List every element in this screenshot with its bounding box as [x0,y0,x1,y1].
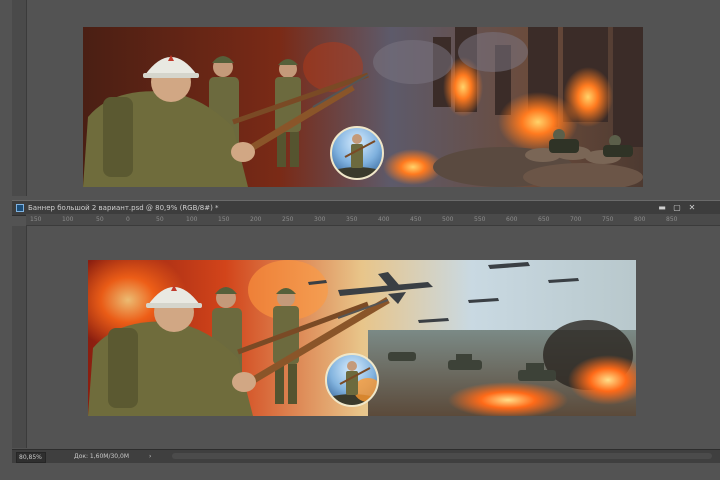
ruler-tick: 700 [570,216,582,223]
ruler-tick: 850 [666,216,678,223]
ruler-tick: 400 [378,216,390,223]
minimize-button[interactable]: ▬ [655,202,669,213]
close-button[interactable]: ✕ [685,202,699,213]
maximize-button[interactable]: ▢ [670,202,684,213]
ruler-tick: 150 [218,216,230,223]
photoshop-doc-icon [16,204,24,212]
status-menu-arrow-icon[interactable]: › [149,450,151,463]
status-bar: 80,85% Док: 1,60M/30,0M › [12,449,720,463]
ruler-tick: 50 [96,216,104,223]
ruler-tick: 300 [314,216,326,223]
horizontal-ruler: 150 100 50 0 50 100 150 200 250 300 350 … [26,214,720,226]
horizontal-scrollbar[interactable] [172,453,712,459]
banner-artwork-battle [88,260,636,416]
banner-canvas-ruins[interactable] [83,27,643,187]
document-window-back[interactable] [0,0,720,196]
ruler-tick: 750 [602,216,614,223]
ruler-tick: 550 [474,216,486,223]
ruler-tick: 600 [506,216,518,223]
ruler-tick: 200 [250,216,262,223]
ruler-tick: 100 [186,216,198,223]
zoom-level-field[interactable]: 80,85% [16,452,46,463]
ruler-tick: 350 [346,216,358,223]
ruler-tick: 100 [62,216,74,223]
ruler-tick: 150 [30,216,42,223]
ruler-tick: 800 [634,216,646,223]
ruler-tick: 650 [538,216,550,223]
ruler-tick: 450 [410,216,422,223]
vertical-ruler [12,226,27,448]
ruler-tick: 0 [126,216,130,223]
ruler-tick: 500 [442,216,454,223]
document-info[interactable]: Док: 1,60M/30,0M [74,450,129,463]
banner-canvas-battle[interactable] [88,260,636,416]
vertical-ruler [12,0,27,196]
ruler-tick: 50 [156,216,164,223]
ruler-tick: 250 [282,216,294,223]
document-window-active[interactable]: Баннер большой 2 вариант.psd @ 80,9% (RG… [0,200,720,480]
banner-artwork-ruins [83,27,643,187]
document-title: Баннер большой 2 вариант.psd @ 80,9% (RG… [28,204,219,212]
